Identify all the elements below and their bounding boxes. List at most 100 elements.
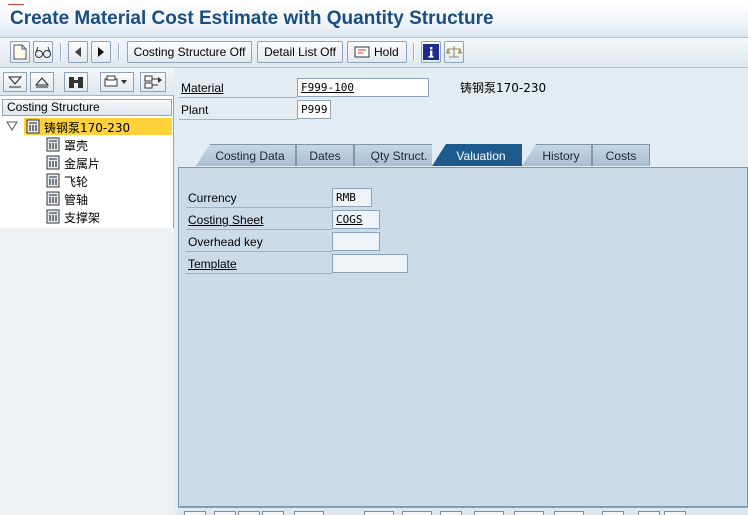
- layout-button[interactable]: [140, 72, 166, 92]
- tree-node-child[interactable]: 管轴: [0, 190, 174, 207]
- overhead-key-label: Overhead key: [188, 235, 263, 249]
- grid-toolbar-button[interactable]: [238, 511, 260, 515]
- plant-field[interactable]: P999: [297, 100, 331, 119]
- grid-toolbar-button[interactable]: [474, 511, 504, 515]
- glasses-icon: [35, 46, 51, 58]
- field-underline: [179, 97, 297, 98]
- toolbar-separator: [60, 43, 62, 61]
- detail-list-off-button[interactable]: Detail List Off: [257, 41, 343, 63]
- tree-node-child[interactable]: 罩壳: [0, 136, 174, 153]
- scales-icon: [446, 46, 462, 58]
- calculator-icon: [26, 119, 40, 134]
- currency-label: Currency: [188, 191, 237, 205]
- field-underline: [186, 273, 332, 274]
- expand-all-button[interactable]: [3, 72, 27, 92]
- display-glasses-button[interactable]: [33, 41, 53, 63]
- grid-toolbar-button[interactable]: [294, 511, 324, 515]
- expand-icon: [8, 76, 22, 88]
- tab-dates[interactable]: Dates: [296, 144, 354, 166]
- template-field[interactable]: [332, 254, 408, 273]
- tree-node-label: 铸钢泵170-230: [44, 121, 131, 135]
- collapse-node-icon[interactable]: [6, 121, 18, 131]
- material-description: 铸钢泵170-230: [460, 81, 547, 95]
- tab-label: Costing Data: [215, 148, 285, 163]
- hold-label: Hold: [374, 45, 399, 59]
- title-mark: [8, 4, 24, 5]
- material-field[interactable]: F999-100: [297, 78, 429, 97]
- tab-label: Dates: [309, 148, 341, 163]
- tree-node-label: 支撑架: [64, 211, 101, 225]
- tab-history[interactable]: History: [522, 144, 592, 166]
- previous-button[interactable]: [68, 41, 88, 63]
- info-button[interactable]: [421, 41, 441, 63]
- print-button[interactable]: [100, 72, 134, 92]
- hold-button[interactable]: Hold: [347, 41, 407, 63]
- next-button[interactable]: [91, 41, 111, 63]
- previous-arrow-icon: [75, 47, 81, 57]
- valuation-panel: [178, 167, 748, 507]
- tree-empty-area: [0, 228, 174, 515]
- grid-toolbar-button[interactable]: [184, 511, 206, 515]
- tree-node-child[interactable]: 支撑架: [0, 208, 174, 225]
- itemization-toolbar: [178, 507, 748, 515]
- sap-window: Create Material Cost Estimate with Quant…: [0, 0, 748, 515]
- tab-strip: Costing Data Dates Qty Struct. Valuation…: [178, 144, 748, 167]
- page-title: Create Material Cost Estimate with Quant…: [10, 8, 494, 29]
- overhead-key-field[interactable]: [332, 232, 380, 251]
- tab-costing-data[interactable]: Costing Data: [196, 144, 296, 166]
- tab-label: History: [542, 148, 580, 163]
- tree-node-label: 管轴: [64, 193, 89, 207]
- collapse-all-button[interactable]: [30, 72, 54, 92]
- template-label: Template: [188, 257, 237, 271]
- grid-toolbar-button[interactable]: [214, 511, 236, 515]
- grid-toolbar-button[interactable]: [402, 511, 432, 515]
- toolbar-separator: [118, 43, 120, 61]
- tree-toolbar: [0, 68, 174, 96]
- currency-field[interactable]: RMB: [332, 188, 372, 207]
- tree-node-root[interactable]: 铸钢泵170-230: [2, 118, 172, 135]
- next-arrow-icon: [98, 47, 104, 57]
- tree-node-label: 飞轮: [64, 175, 89, 189]
- field-underline: [186, 207, 332, 208]
- costing-structure-panel: Costing Structure 铸钢泵170-230 罩壳 金属片 飞轮 管…: [0, 68, 174, 515]
- costing-sheet-field[interactable]: COGS: [332, 210, 380, 229]
- grid-toolbar-button[interactable]: [602, 511, 624, 515]
- tab-costs[interactable]: Costs: [592, 144, 650, 166]
- calculator-icon: [46, 137, 60, 152]
- costing-sheet-value: COGS: [336, 213, 363, 226]
- calculator-icon: [46, 173, 60, 188]
- calculator-icon: [46, 191, 60, 206]
- tree-node-child[interactable]: 飞轮: [0, 172, 174, 189]
- costing-sheet-label: Costing Sheet: [188, 213, 264, 227]
- collapse-icon: [35, 77, 49, 88]
- tab-qty-struct[interactable]: Qty Struct.: [354, 144, 434, 166]
- grid-toolbar-button[interactable]: [364, 511, 394, 515]
- grid-toolbar-button[interactable]: [664, 511, 686, 515]
- tab-label: Qty Struct.: [370, 148, 428, 163]
- scales-button[interactable]: [444, 41, 464, 63]
- grid-toolbar-button[interactable]: [440, 511, 462, 515]
- costing-structure-off-button[interactable]: Costing Structure Off: [127, 41, 252, 63]
- binoculars-icon: [69, 77, 83, 88]
- grid-toolbar-button[interactable]: [554, 511, 584, 515]
- tab-valuation[interactable]: Valuation: [432, 144, 522, 166]
- grid-toolbar-button[interactable]: [638, 511, 660, 515]
- title-bar: Create Material Cost Estimate with Quant…: [0, 0, 748, 38]
- find-button[interactable]: [64, 72, 88, 92]
- print-icon: [104, 75, 127, 87]
- tree-node-label: 金属片: [64, 157, 101, 171]
- grid-toolbar-button[interactable]: [262, 511, 284, 515]
- layout-icon: [144, 75, 162, 89]
- toolbar-separator: [413, 43, 415, 61]
- new-document-button[interactable]: [10, 41, 30, 63]
- grid-toolbar-button[interactable]: [514, 511, 544, 515]
- field-underline: [186, 229, 332, 230]
- plant-label: Plant: [181, 103, 209, 117]
- material-label: Material: [181, 81, 224, 95]
- calculator-icon: [46, 155, 60, 170]
- tree-node-child[interactable]: 金属片: [0, 154, 174, 171]
- tab-label: Valuation: [456, 148, 506, 163]
- new-document-icon: [13, 44, 27, 60]
- field-underline: [186, 251, 332, 252]
- material-value: F999-100: [301, 81, 354, 94]
